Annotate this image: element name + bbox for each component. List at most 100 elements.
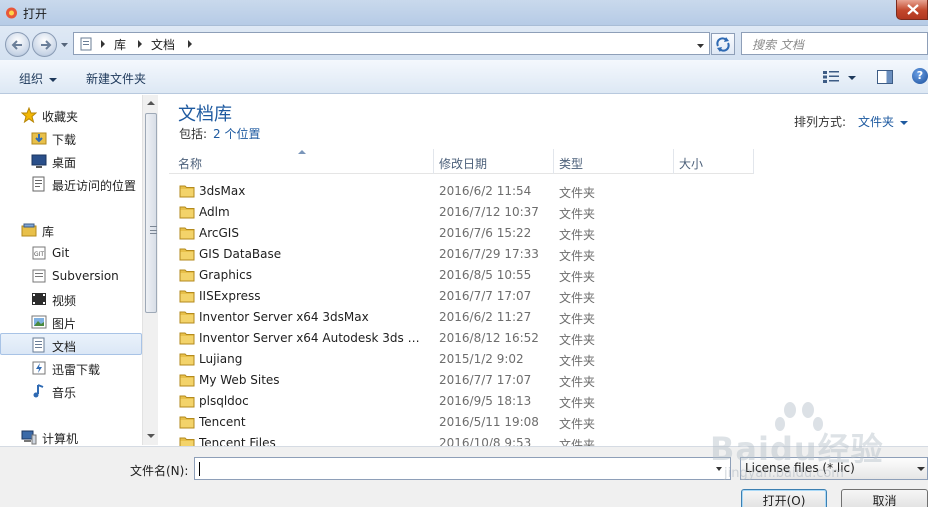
breadcrumb-separator-icon[interactable] bbox=[187, 40, 193, 48]
scroll-down-icon[interactable] bbox=[147, 434, 155, 438]
column-date-modified[interactable]: 修改日期 bbox=[439, 155, 487, 172]
new-folder-button[interactable]: 新建文件夹 bbox=[86, 70, 146, 87]
folder-icon bbox=[179, 353, 195, 366]
file-type: 文件夹 bbox=[559, 375, 596, 389]
scrollbar-thumb[interactable] bbox=[145, 113, 157, 313]
file-row[interactable]: Graphics 2016/8/5 10:55 文件夹 bbox=[176, 265, 736, 286]
change-view-icon[interactable] bbox=[823, 71, 839, 83]
file-date: 2016/7/7 17:07 bbox=[439, 289, 532, 303]
file-row[interactable]: 3dsMax 2016/6/2 11:54 文件夹 bbox=[176, 181, 736, 202]
sidebar-item-documents[interactable]: 文档 bbox=[0, 333, 142, 355]
file-row[interactable]: plsqldoc 2016/9/5 18:13 文件夹 bbox=[176, 391, 736, 412]
arrange-by-dropdown[interactable]: 文件夹 bbox=[858, 113, 909, 130]
close-button[interactable] bbox=[896, 0, 928, 20]
file-row[interactable]: Adlm 2016/7/12 10:37 文件夹 bbox=[176, 202, 736, 223]
back-button[interactable] bbox=[5, 32, 30, 57]
file-name: Inventor Server x64 3dsMax bbox=[199, 310, 369, 324]
refresh-button[interactable] bbox=[711, 33, 735, 55]
scroll-up-icon[interactable] bbox=[147, 101, 155, 105]
locations-link[interactable]: 2 个位置 bbox=[213, 127, 260, 141]
file-name: 3dsMax bbox=[199, 184, 246, 198]
cancel-button[interactable]: 取消 bbox=[841, 489, 928, 507]
folder-icon bbox=[179, 269, 195, 282]
dialog-footer: 文件名(N): License files (*.lic) 打开(O) 取消 bbox=[0, 446, 928, 507]
file-name: Inventor Server x64 Autodesk 3ds M... bbox=[199, 331, 429, 345]
sidebar-item-computer[interactable]: 计算机 bbox=[0, 426, 142, 448]
sidebar-scrollbar[interactable] bbox=[142, 95, 158, 445]
file-row[interactable]: GIS DataBase 2016/7/29 17:33 文件夹 bbox=[176, 244, 736, 265]
file-name: Adlm bbox=[199, 205, 230, 219]
column-size[interactable]: 大小 bbox=[679, 155, 703, 172]
file-row[interactable]: Inventor Server x64 Autodesk 3ds M... 201… bbox=[176, 328, 736, 349]
breadcrumb-separator-icon[interactable] bbox=[137, 40, 143, 48]
folder-icon bbox=[179, 248, 195, 261]
sidebar-item-favorites[interactable]: 收藏夹 bbox=[0, 104, 142, 126]
organize-button[interactable]: 组织 bbox=[19, 70, 58, 87]
file-name: Lujiang bbox=[199, 352, 243, 366]
file-row[interactable]: IISExpress 2016/7/7 17:07 文件夹 bbox=[176, 286, 736, 307]
column-divider[interactable] bbox=[553, 149, 554, 174]
search-input[interactable]: 搜索 文档 bbox=[741, 32, 928, 55]
navigation-pane: 收藏夹 下载 桌面 最近访问的位置 库 GIT Git Subversion 视… bbox=[0, 95, 158, 448]
arrange-by-label: 排列方式: bbox=[794, 115, 847, 129]
sidebar-item-music[interactable]: 音乐 bbox=[0, 380, 142, 402]
breadcrumb-separator-icon[interactable] bbox=[100, 40, 106, 48]
video-library-icon bbox=[32, 293, 46, 305]
sidebar-item-thunder[interactable]: 迅雷下载 bbox=[0, 357, 142, 379]
file-name: GIS DataBase bbox=[199, 247, 282, 261]
history-dropdown-icon[interactable] bbox=[60, 40, 69, 49]
file-row[interactable]: ArcGIS 2016/7/6 15:22 文件夹 bbox=[176, 223, 736, 244]
sidebar-item-subversion[interactable]: Subversion bbox=[0, 265, 142, 287]
sidebar-item-videos[interactable]: 视频 bbox=[0, 288, 142, 310]
file-type: 文件夹 bbox=[559, 186, 596, 200]
file-row[interactable]: My Web Sites 2016/7/7 17:07 文件夹 bbox=[176, 370, 736, 391]
file-date: 2016/7/12 10:37 bbox=[439, 205, 539, 219]
file-row[interactable]: Tencent 2016/5/11 19:08 文件夹 bbox=[176, 412, 736, 433]
svg-text:GIT: GIT bbox=[34, 251, 44, 258]
file-type: 文件夹 bbox=[559, 333, 596, 347]
file-date: 2016/6/2 11:54 bbox=[439, 184, 532, 198]
file-type: 文件夹 bbox=[559, 228, 596, 242]
pictures-library-icon bbox=[31, 315, 47, 329]
file-date: 2016/8/5 10:55 bbox=[439, 268, 532, 282]
preview-pane-icon[interactable] bbox=[877, 70, 893, 84]
file-type: 文件夹 bbox=[559, 249, 596, 263]
file-date: 2016/7/6 15:22 bbox=[439, 226, 532, 240]
subversion-library-icon bbox=[32, 269, 46, 283]
music-library-icon bbox=[33, 384, 44, 398]
column-divider[interactable] bbox=[673, 149, 674, 174]
thunder-download-icon bbox=[32, 361, 46, 375]
filename-dropdown-icon[interactable] bbox=[716, 467, 722, 471]
open-button[interactable]: 打开(O) bbox=[741, 489, 827, 507]
window-title: 打开 bbox=[23, 7, 48, 21]
forward-button[interactable] bbox=[32, 32, 57, 57]
breadcrumb-library[interactable]: 库 bbox=[114, 36, 126, 53]
sidebar-item-downloads[interactable]: 下载 bbox=[0, 127, 142, 149]
file-row[interactable]: Lujiang 2015/1/2 9:02 文件夹 bbox=[176, 349, 736, 370]
column-divider[interactable] bbox=[433, 149, 434, 174]
computer-icon bbox=[21, 430, 37, 445]
grip-icon bbox=[150, 226, 157, 234]
documents-library-icon bbox=[32, 337, 45, 353]
address-bar[interactable]: 库 文档 bbox=[73, 32, 710, 55]
file-name: plsqldoc bbox=[199, 394, 249, 408]
view-dropdown-icon[interactable] bbox=[848, 76, 856, 80]
column-name[interactable]: 名称 bbox=[178, 155, 202, 172]
help-icon[interactable]: ? bbox=[912, 68, 928, 84]
file-row[interactable]: Inventor Server x64 3dsMax 2016/6/2 11:27… bbox=[176, 307, 736, 328]
sidebar-item-desktop[interactable]: 桌面 bbox=[0, 150, 142, 172]
file-type-filter[interactable]: License files (*.lic) bbox=[740, 457, 928, 480]
sidebar-item-pictures[interactable]: 图片 bbox=[0, 311, 142, 333]
breadcrumb-documents[interactable]: 文档 bbox=[151, 36, 175, 53]
column-divider[interactable] bbox=[753, 149, 754, 174]
libraries-icon bbox=[21, 223, 37, 237]
sidebar-item-git[interactable]: GIT Git bbox=[0, 242, 142, 264]
file-type: 文件夹 bbox=[559, 207, 596, 221]
arrange-dropdown-icon bbox=[900, 120, 909, 125]
folder-icon bbox=[179, 332, 195, 345]
sidebar-item-libraries[interactable]: 库 bbox=[0, 219, 142, 241]
column-type[interactable]: 类型 bbox=[559, 155, 583, 172]
filename-input[interactable] bbox=[194, 457, 731, 480]
sidebar-item-recent[interactable]: 最近访问的位置 bbox=[0, 173, 142, 195]
address-dropdown-icon[interactable] bbox=[696, 41, 705, 50]
